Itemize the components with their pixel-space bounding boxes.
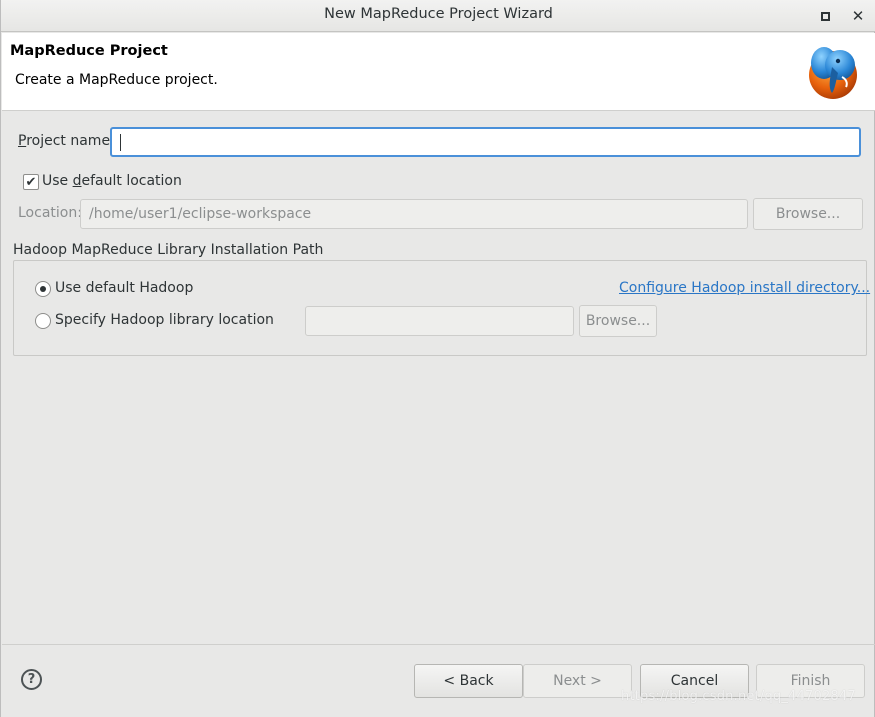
back-button[interactable]: < Back [414, 664, 523, 698]
close-button[interactable]: ✕ [848, 6, 868, 26]
project-name-label-mnemonic: P [18, 133, 27, 149]
wizard-window: New MapReduce Project Wizard ✕ MapReduce… [0, 0, 875, 717]
configure-hadoop-link[interactable]: Configure Hadoop install directory... [619, 280, 870, 296]
hadoop-library-group-title: Hadoop MapReduce Library Installation Pa… [12, 242, 325, 258]
next-button[interactable]: Next > [523, 664, 632, 698]
use-default-location-label-mnemonic: d [72, 173, 82, 189]
location-label: Location: [18, 205, 82, 221]
project-name-input[interactable] [110, 127, 861, 157]
maximize-icon [820, 11, 830, 21]
hadoop-library-location-input[interactable] [305, 306, 574, 336]
window-title: New MapReduce Project Wizard [324, 6, 553, 22]
use-default-hadoop-label[interactable]: Use default Hadoop [55, 280, 193, 296]
project-name-label: Project name: [18, 133, 115, 149]
use-default-location-label[interactable]: Use default location [42, 173, 182, 189]
footer-separator [2, 644, 875, 645]
use-default-location-label-end: efault location [81, 173, 182, 189]
location-input[interactable]: /home/user1/eclipse-workspace [80, 199, 748, 229]
specify-hadoop-library-label[interactable]: Specify Hadoop library location [55, 312, 274, 328]
project-name-label-text: roject name: [26, 133, 115, 149]
hadoop-library-browse-button[interactable]: Browse... [579, 305, 657, 337]
use-default-hadoop-radio[interactable] [35, 281, 51, 297]
text-caret [120, 134, 121, 151]
use-default-location-checkbox[interactable]: ✔ [23, 174, 39, 190]
location-browse-button[interactable]: Browse... [753, 198, 863, 230]
use-default-location-label-start: Use [42, 173, 73, 189]
wizard-banner: MapReduce Project Create a MapReduce pro… [2, 33, 875, 111]
hadoop-elephant-logo-icon [809, 47, 857, 99]
maximize-button[interactable] [815, 6, 835, 26]
location-value: /home/user1/eclipse-workspace [89, 206, 312, 222]
help-icon[interactable]: ? [21, 669, 42, 690]
page-title: MapReduce Project [10, 43, 168, 59]
title-bar: New MapReduce Project Wizard ✕ [1, 0, 875, 32]
specify-hadoop-library-radio[interactable] [35, 313, 51, 329]
watermark-text: https://blog.csdn.net/qq_44702847 [621, 689, 856, 704]
page-description: Create a MapReduce project. [15, 72, 218, 88]
close-icon: ✕ [851, 7, 865, 25]
